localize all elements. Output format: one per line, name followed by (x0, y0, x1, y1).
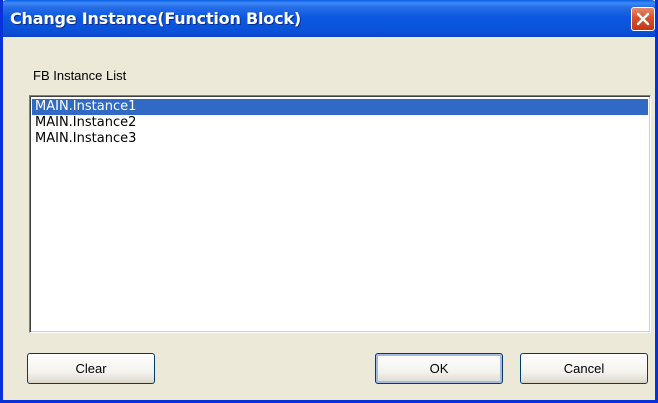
list-item-instance3[interactable]: MAIN.Instance3 (32, 131, 648, 147)
close-button[interactable] (631, 7, 655, 31)
window-title: Change Instance(Function Block) (10, 9, 301, 28)
fb-instance-list-label: FB Instance List (33, 68, 127, 83)
clear-button[interactable]: Clear (27, 353, 155, 384)
ok-button[interactable]: OK (375, 353, 503, 384)
list-item-instance2[interactable]: MAIN.Instance2 (32, 115, 648, 131)
close-icon (636, 12, 650, 26)
cancel-button[interactable]: Cancel (520, 353, 648, 384)
title-bar[interactable]: Change Instance(Function Block) (3, 0, 655, 37)
list-item-instance1[interactable]: MAIN.Instance1 (32, 99, 648, 115)
change-instance-dialog: Change Instance(Function Block) FB Insta… (0, 0, 658, 403)
fb-instance-listbox[interactable]: MAIN.Instance1 MAIN.Instance2 MAIN.Insta… (29, 95, 651, 333)
